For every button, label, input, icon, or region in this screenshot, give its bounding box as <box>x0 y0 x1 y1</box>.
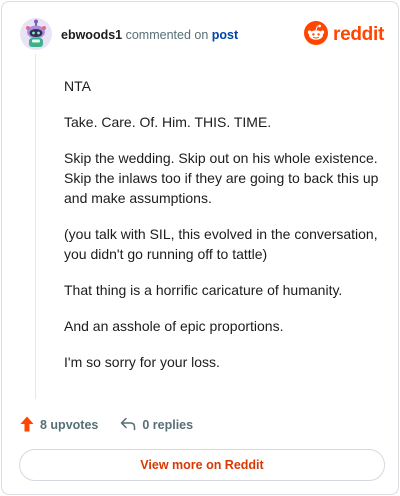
reddit-logo-icon <box>304 20 329 50</box>
reddit-wordmark: reddit <box>333 24 384 45</box>
upvote-button[interactable]: 8 upvotes <box>20 416 98 435</box>
action-text: commented on <box>125 28 209 42</box>
username-link[interactable]: ebwoods1 <box>61 28 122 42</box>
thread-line <box>35 54 36 399</box>
comment-actions: 8 upvotes 0 replies <box>20 415 193 435</box>
comment-paragraph: Take. Care. Of. Him. THIS. TIME. <box>64 114 272 130</box>
comment-paragraph: That thing is a horrific caricature of h… <box>64 282 343 298</box>
upvote-count: 8 upvotes <box>40 418 99 432</box>
reddit-logo[interactable]: reddit <box>304 20 384 50</box>
comment-paragraph: I'm so sorry for your loss. <box>64 354 220 370</box>
embedded-comment-card: ebwoods1 commented on post reddit NTA Ta… <box>1 1 399 495</box>
upvote-arrow-icon <box>20 416 34 435</box>
comment-paragraph: NTA <box>64 78 91 94</box>
post-link[interactable]: post <box>212 28 238 42</box>
comment-paragraph: Skip the wedding. Skip out on his whole … <box>64 150 379 206</box>
comment-meta: ebwoods1 commented on post <box>61 27 238 43</box>
reply-arrow-icon <box>120 417 136 434</box>
reply-count: 0 replies <box>142 418 194 432</box>
comment-paragraph: And an asshole of epic proportions. <box>64 318 284 334</box>
snoo-avatar-icon[interactable] <box>20 18 52 50</box>
comment-header: ebwoods1 commented on post reddit <box>20 18 384 52</box>
comment-paragraph: (you talk with SIL, this evolved in the … <box>64 226 378 262</box>
comment-body: NTA Take. Care. Of. Him. THIS. TIME. Ski… <box>64 76 382 388</box>
reply-button[interactable]: 0 replies <box>120 417 193 434</box>
view-more-button[interactable]: View more on Reddit <box>19 449 385 481</box>
